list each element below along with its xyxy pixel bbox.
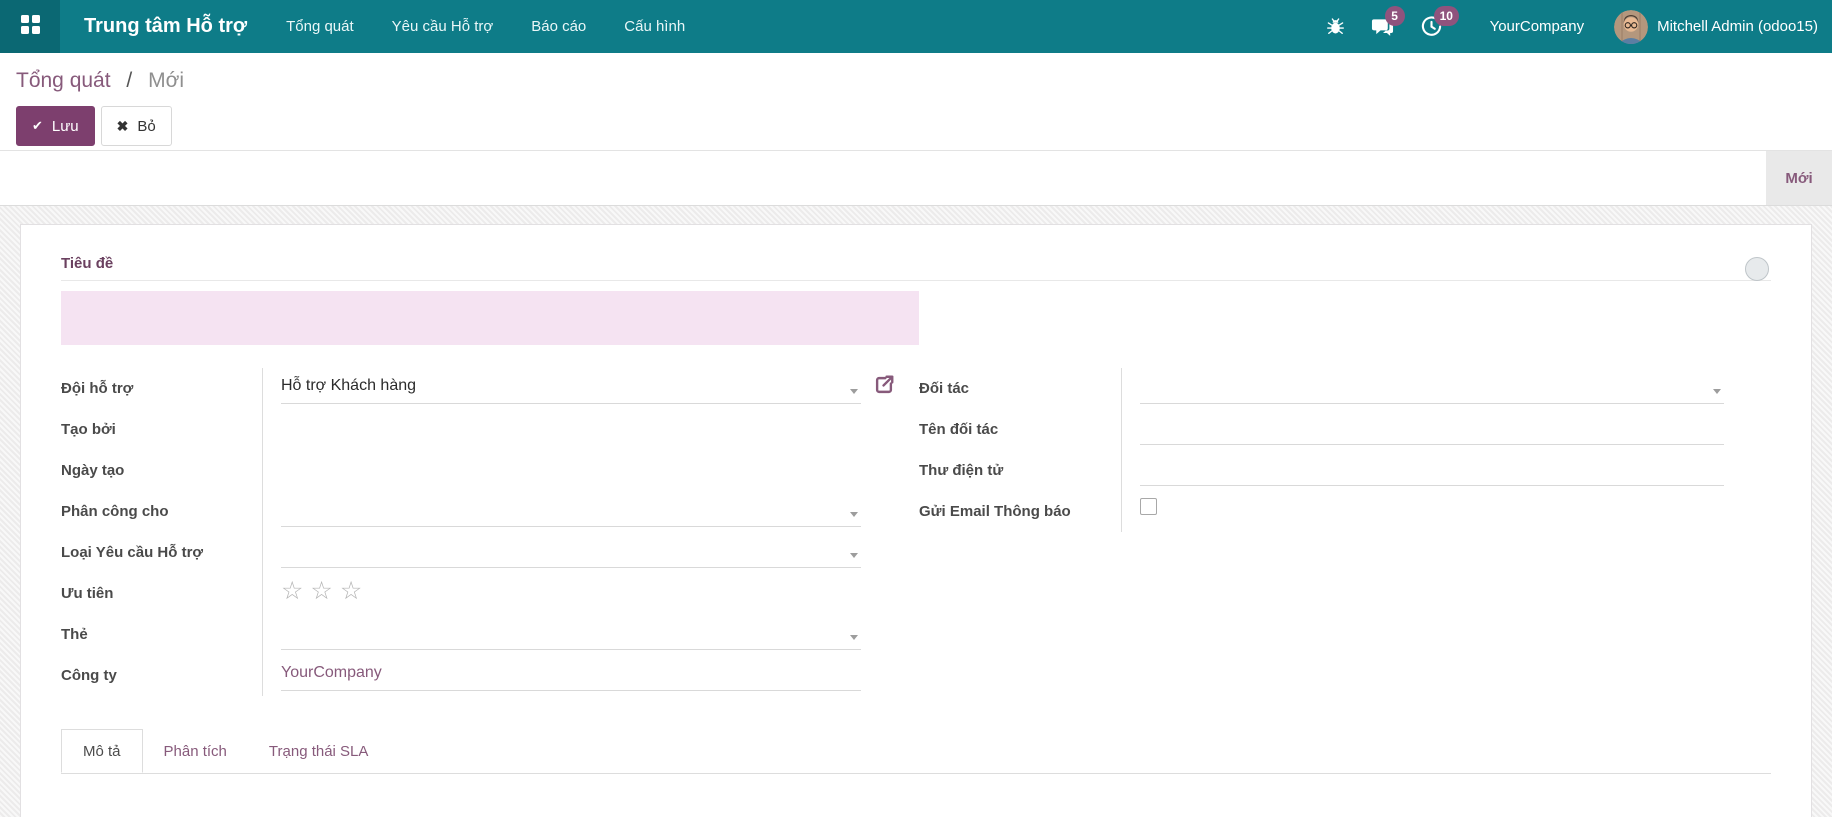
- field-row-ticket-type: Loại Yêu cầu Hỗ trợ: [61, 532, 861, 573]
- field-doi-ho-tro[interactable]: Hỗ trợ Khách hàng: [281, 368, 861, 404]
- priority-star-1[interactable]: ☆: [281, 578, 303, 604]
- field-row-tags: Thẻ: [61, 614, 861, 655]
- check-icon: ✔: [32, 118, 43, 133]
- field-groups: Đội hỗ trợ Hỗ trợ Khách hàng Tạo bởi Ngà…: [61, 368, 1771, 696]
- stage-moi[interactable]: Mới: [1766, 151, 1832, 205]
- label-doi-tac: Đối tác: [919, 368, 1122, 409]
- chevron-down-icon: [850, 635, 858, 640]
- field-doi-tac[interactable]: [1140, 368, 1724, 404]
- main-menu: Tổng quát Yêu cầu Hỗ trợ Báo cáo Cấu hìn…: [267, 0, 704, 53]
- field-row-email-notification: Gửi Email Thông báo: [919, 491, 1724, 532]
- label-thu-dien-tu: Thư điện tử: [919, 450, 1122, 491]
- notebook: Mô tả Phân tích Trạng thái SLA: [61, 729, 1771, 817]
- menu-item-yeu-cau-ho-tro[interactable]: Yêu cầu Hỗ trợ: [373, 0, 513, 53]
- label-doi-ho-tro: Đội hỗ trợ: [61, 368, 263, 409]
- breadcrumb: Tổng quát / Mới: [16, 66, 1832, 95]
- email-notification-checkbox[interactable]: [1140, 498, 1157, 515]
- title-group: Tiêu đề: [61, 255, 1771, 345]
- label-ngay-tao: Ngày tạo: [61, 450, 263, 491]
- priority-star-3[interactable]: ☆: [340, 578, 362, 604]
- breadcrumb-parent-link[interactable]: Tổng quát: [16, 69, 111, 92]
- control-panel: Tổng quát / Mới ✔ Lưu ✖ Bỏ: [0, 53, 1832, 150]
- field-row-created-by: Tạo bởi: [61, 409, 861, 450]
- field-row-company: Công ty YourCompany: [61, 655, 861, 696]
- priority-stars: ☆ ☆ ☆: [281, 578, 362, 604]
- company-switcher[interactable]: YourCompany: [1470, 18, 1605, 35]
- label-cong-ty: Công ty: [61, 655, 263, 696]
- chevron-down-icon: [850, 389, 858, 394]
- title-input[interactable]: [61, 291, 919, 345]
- field-ngay-tao: [281, 450, 861, 486]
- priority-star-2[interactable]: ☆: [310, 578, 332, 604]
- field-doi-ho-tro-value: Hỗ trợ Khách hàng: [281, 376, 417, 394]
- tab-bar: Mô tả Phân tích Trạng thái SLA: [61, 729, 1771, 774]
- field-row-partner-name: Tên đối tác: [919, 409, 1724, 450]
- form-sheet: Tiêu đề Đội hỗ trợ Hỗ trợ Khách hàng Tạo…: [20, 224, 1812, 817]
- title-separator: [61, 280, 1771, 281]
- breadcrumb-current: Mới: [148, 69, 185, 92]
- discard-button[interactable]: ✖ Bỏ: [100, 106, 172, 146]
- save-button[interactable]: ✔ Lưu: [16, 106, 95, 146]
- field-row-team: Đội hỗ trợ Hỗ trợ Khách hàng: [61, 368, 894, 409]
- label-the: Thẻ: [61, 614, 263, 655]
- label-tao-boi: Tạo bởi: [61, 409, 263, 450]
- field-thu-dien-tu[interactable]: [1140, 450, 1724, 486]
- chevron-down-icon: [850, 512, 858, 517]
- messages-badge: 5: [1384, 6, 1405, 26]
- field-row-assigned-to: Phân công cho: [61, 491, 861, 532]
- left-field-group: Đội hỗ trợ Hỗ trợ Khách hàng Tạo bởi Ngà…: [61, 368, 894, 696]
- tab-content: [61, 774, 1771, 817]
- label-ten-doi-tac: Tên đối tác: [919, 409, 1122, 450]
- apps-menu-button[interactable]: [0, 0, 60, 53]
- user-name: Mitchell Admin (odoo15): [1657, 18, 1818, 35]
- external-link-icon[interactable]: [873, 374, 895, 396]
- menu-item-cau-hinh[interactable]: Cấu hình: [605, 0, 704, 53]
- field-cong-ty[interactable]: YourCompany: [281, 655, 861, 691]
- field-row-partner: Đối tác: [919, 368, 1724, 409]
- tab-trang-thai-sla[interactable]: Trạng thái SLA: [248, 729, 390, 773]
- field-row-created-on: Ngày tạo: [61, 450, 861, 491]
- field-ten-doi-tac[interactable]: [1140, 409, 1724, 445]
- form-view-background: Tiêu đề Đội hỗ trợ Hỗ trợ Khách hàng Tạo…: [0, 206, 1832, 817]
- user-avatar: [1614, 9, 1649, 44]
- activities-clock-icon[interactable]: 10: [1407, 0, 1459, 53]
- activities-badge: 10: [1433, 6, 1459, 26]
- messages-icon[interactable]: 5: [1358, 0, 1407, 53]
- tab-mo-ta[interactable]: Mô tả: [61, 729, 143, 773]
- debug-bug-icon[interactable]: [1313, 0, 1358, 53]
- top-navbar: Trung tâm Hỗ trợ Tổng quát Yêu cầu Hỗ tr…: [0, 0, 1832, 53]
- title-label: Tiêu đề: [61, 255, 114, 272]
- chevron-down-icon: [850, 553, 858, 558]
- field-phan-cong-cho[interactable]: [281, 491, 861, 527]
- tab-phan-tich[interactable]: Phân tích: [143, 729, 248, 773]
- save-button-label: Lưu: [51, 117, 79, 135]
- field-loai-yeu-cau[interactable]: [281, 532, 861, 568]
- label-gui-email-thong-bao: Gửi Email Thông báo: [919, 491, 1122, 532]
- field-row-priority: Ưu tiên ☆ ☆ ☆: [61, 573, 861, 614]
- app-title[interactable]: Trung tâm Hỗ trợ: [84, 15, 247, 38]
- kanban-state-icon[interactable]: [1745, 257, 1769, 281]
- right-field-group: Đối tác Tên đối tác Thư điện tử Gửi Emai…: [919, 368, 1724, 696]
- label-loai-yeu-cau: Loại Yêu cầu Hỗ trợ: [61, 532, 263, 573]
- label-phan-cong-cho: Phân công cho: [61, 491, 263, 532]
- discard-button-label: Bỏ: [137, 117, 156, 135]
- label-uu-tien: Ưu tiên: [61, 573, 263, 614]
- field-the[interactable]: [281, 614, 861, 650]
- form-statusbar: Mới: [0, 150, 1832, 206]
- chevron-down-icon: [1713, 389, 1721, 394]
- breadcrumb-separator: /: [126, 69, 133, 92]
- field-tao-boi: [281, 409, 861, 445]
- user-menu[interactable]: Mitchell Admin (odoo15): [1604, 9, 1832, 44]
- control-buttons: ✔ Lưu ✖ Bỏ: [16, 106, 1832, 146]
- apps-grid-icon: [20, 14, 41, 40]
- menu-item-tong-quat[interactable]: Tổng quát: [267, 0, 373, 53]
- field-uu-tien: ☆ ☆ ☆: [281, 573, 861, 609]
- systray: 5 10 YourCompany Mitchell Admin (odoo15): [1313, 0, 1832, 53]
- menu-item-bao-cao[interactable]: Báo cáo: [512, 0, 605, 53]
- x-icon: ✖: [116, 117, 129, 134]
- field-row-email: Thư điện tử: [919, 450, 1724, 491]
